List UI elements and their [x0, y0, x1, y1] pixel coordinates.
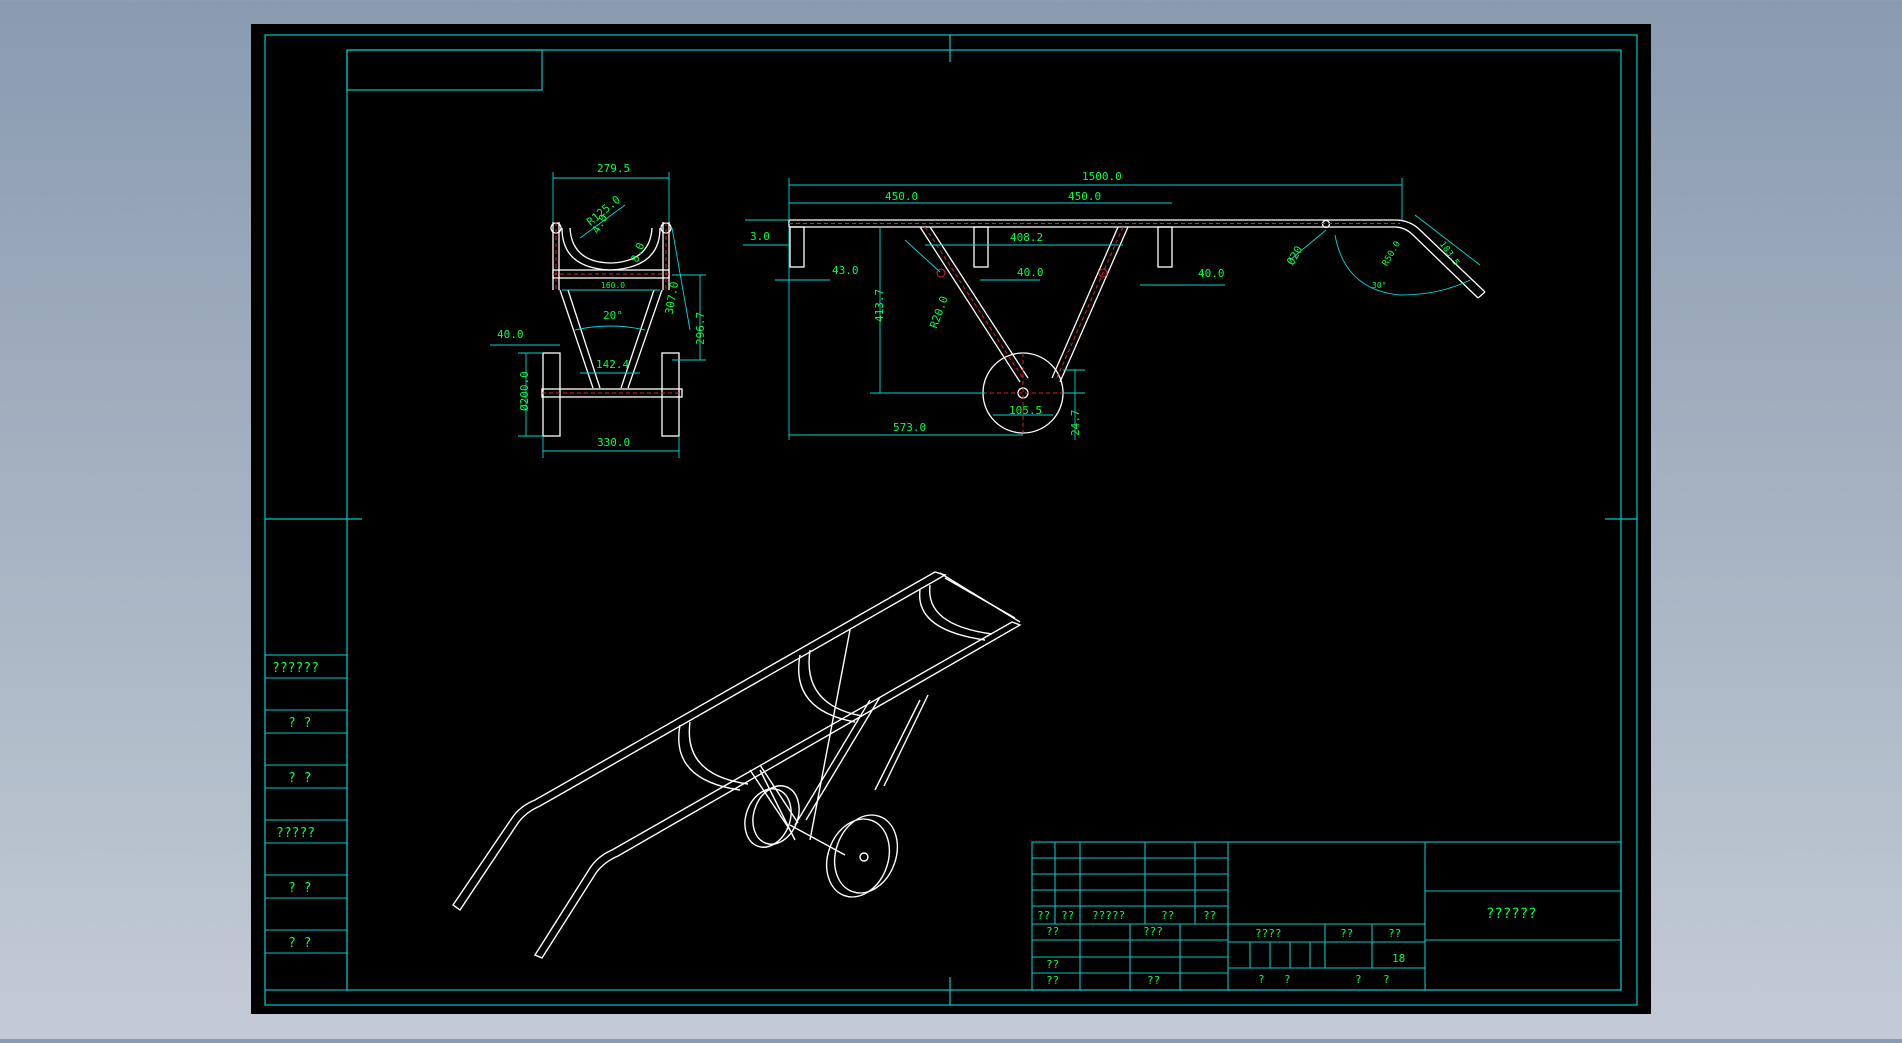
drawing-canvas[interactable]: ?????? ? ? ? ? ????? ? ? ? ? 279.5 R125.… [0, 0, 1902, 1039]
tb-row1-b: ??? [1143, 925, 1163, 938]
tb-bottom-2: ? [1284, 973, 1291, 986]
dim-total-height: 296.7 [694, 312, 707, 345]
side-table-label-2: ? ? [288, 716, 311, 731]
tb-info-1: ???? [1255, 927, 1282, 940]
side-table-label-6: ? ? [288, 936, 311, 951]
dim-axle-offset: 24.7 [1069, 410, 1082, 437]
dim-left-offset: 43.0 [832, 264, 859, 277]
dim-inner-width: 160.0 [601, 281, 625, 290]
dim-top-width: 279.5 [597, 162, 630, 175]
tb-drawing-title: ?????? [1486, 906, 1537, 922]
drawing-sheet [251, 24, 1651, 1014]
tb-info-2: ?? [1340, 927, 1353, 940]
dim-seg-right: 450.0 [1068, 190, 1101, 203]
tb-info-3: ?? [1388, 927, 1401, 940]
dim-total-length: 1500.0 [1082, 170, 1122, 183]
tb-bottom-4: ? [1383, 973, 1390, 986]
dim-wheel-width: 105.5 [1009, 404, 1042, 417]
tb-header-3: ????? [1092, 909, 1125, 922]
side-table-label-4: ????? [276, 826, 315, 841]
dim-mid-offset: 40.0 [1017, 266, 1044, 279]
dim-wheel-dia: Ø200.0 [518, 371, 531, 411]
dim-height: 413.7 [873, 289, 886, 322]
dim-bend-angle: 30° [1372, 281, 1386, 290]
tb-header-1: ?? [1037, 909, 1050, 922]
tb-row2-a: ?? [1046, 958, 1059, 971]
tb-row3-b: ?? [1147, 974, 1160, 987]
side-table-label-1: ?????? [272, 661, 319, 676]
dim-mid-span: 408.2 [1010, 231, 1043, 244]
tb-bottom-1: ? [1258, 973, 1265, 986]
side-table-label-5: ? ? [288, 881, 311, 896]
dim-wheel-pos: 573.0 [893, 421, 926, 434]
tb-bottom-3: ? [1355, 973, 1362, 986]
dim-track-width: 330.0 [597, 436, 630, 449]
tb-row3-a: ?? [1046, 974, 1059, 987]
dim-seg-left: 450.0 [885, 190, 918, 203]
dim-base-width: 142.4 [596, 358, 629, 371]
dim-wheel-offset: 40.0 [497, 328, 524, 341]
tb-sheet-count: 18 [1392, 952, 1405, 965]
tb-header-4: ?? [1161, 909, 1174, 922]
cad-viewport[interactable]: ?????? ? ? ? ? ????? ? ? ? ? 279.5 R125.… [0, 0, 1902, 1039]
tb-header-2: ?? [1061, 909, 1074, 922]
dim-angle: 20° [603, 309, 623, 322]
dim-thickness: 3.0 [750, 230, 770, 243]
dim-right-offset: 40.0 [1198, 267, 1225, 280]
tb-header-5: ?? [1203, 909, 1216, 922]
side-table-label-3: ? ? [288, 771, 311, 786]
tb-row1-a: ?? [1046, 925, 1059, 938]
